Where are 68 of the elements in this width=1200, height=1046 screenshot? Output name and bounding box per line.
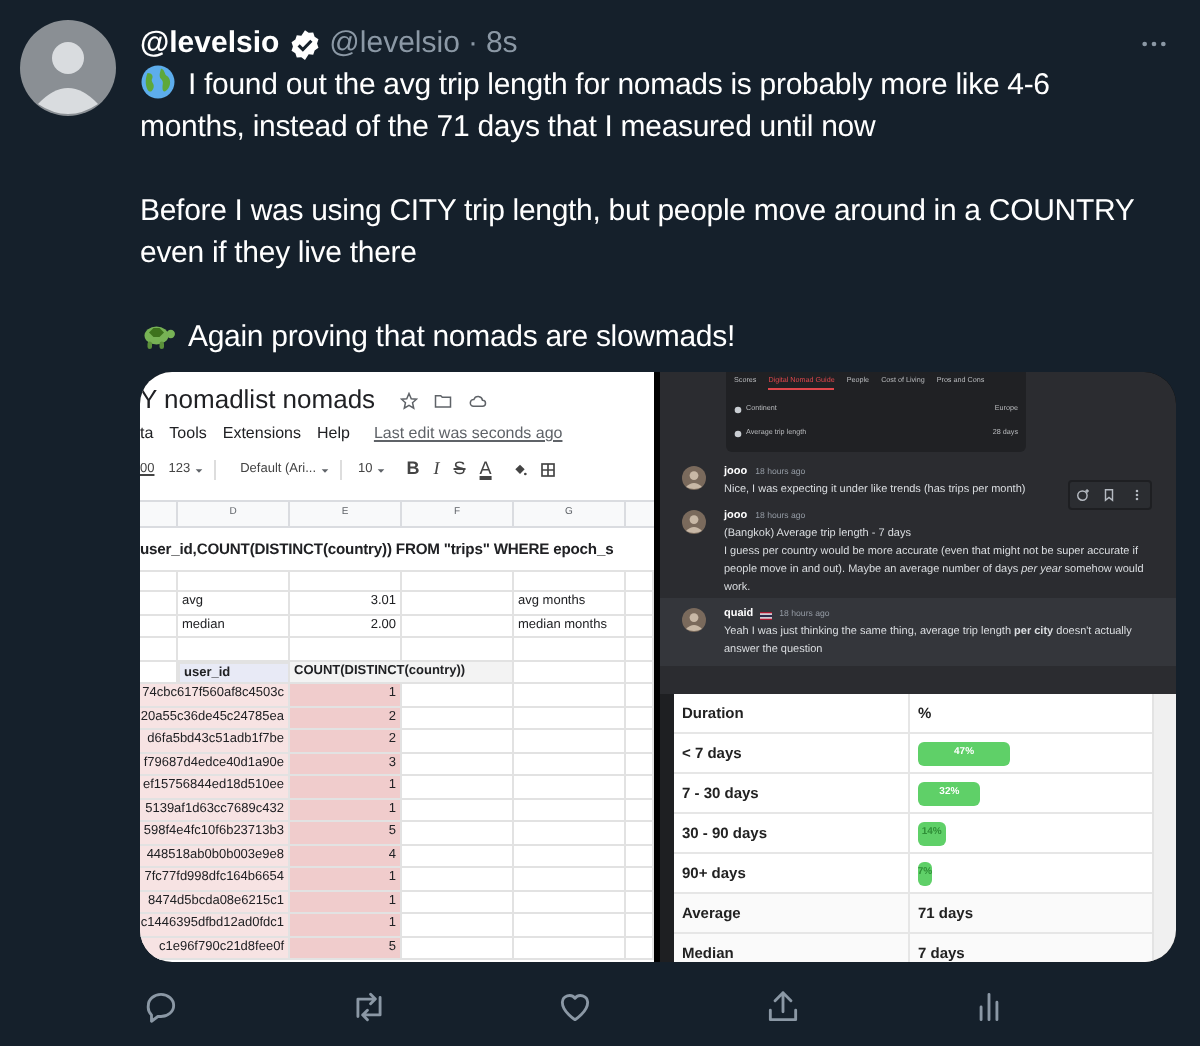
empty-cell <box>626 799 654 822</box>
empty-cell <box>626 914 654 937</box>
user-avatar[interactable] <box>682 608 706 632</box>
empty-cell <box>626 822 654 845</box>
empty-cell <box>514 730 626 753</box>
tweet-text: Again proving that nomads are slowmads! <box>140 316 1150 358</box>
empty-cell <box>514 638 626 661</box>
caret-icon[interactable] <box>320 465 331 475</box>
empty-cell <box>626 845 654 868</box>
empty-cell <box>514 799 626 822</box>
paint-bucket-icon[interactable] <box>511 462 528 478</box>
empty-cell <box>626 937 654 960</box>
empty-cell <box>140 615 178 638</box>
empty-cell <box>626 776 654 799</box>
empty-cell <box>514 914 626 937</box>
format-button[interactable]: B <box>406 456 420 484</box>
empty-cell <box>626 730 654 753</box>
empty-cell <box>626 753 654 776</box>
empty-cell <box>626 661 654 685</box>
menu-item[interactable]: Tools <box>169 422 207 446</box>
empty-cell <box>626 891 654 914</box>
last-edit-link[interactable]: Last edit was seconds ago <box>373 422 563 446</box>
tweet-text: Before I was using CITY trip length, but people move around in a COUNTRY even if they live there <box>140 192 1136 274</box>
empty-cell <box>514 684 626 707</box>
empty-cell <box>514 868 626 891</box>
menu-item[interactable]: Help <box>317 422 350 446</box>
like-icon[interactable] <box>556 988 595 1026</box>
tweet-text: I found out the avg trip length for nomads is probably more like 4-6 months, instead of the 71 days that I measured until now <box>140 64 1052 148</box>
user-avatar[interactable] <box>682 466 706 490</box>
add-reaction-icon[interactable] <box>1076 488 1091 502</box>
format-button[interactable]: I <box>433 456 440 484</box>
borders-icon[interactable] <box>539 462 556 478</box>
empty-cell <box>626 615 654 638</box>
caret-icon[interactable] <box>376 465 387 475</box>
empty-cell <box>514 753 626 776</box>
cloud-icon[interactable] <box>467 391 488 409</box>
empty-cell <box>514 707 626 730</box>
empty-cell <box>140 592 178 615</box>
empty-cell <box>626 868 654 891</box>
empty-cell <box>514 776 626 799</box>
timestamp[interactable]: 8s <box>485 24 518 64</box>
format-button[interactable]: A <box>479 456 492 484</box>
share-icon[interactable] <box>763 988 802 1026</box>
empty-cell <box>514 937 626 960</box>
empty-cell <box>402 592 514 615</box>
empty-cell <box>626 707 654 730</box>
bookmark-icon[interactable] <box>1102 488 1117 502</box>
format-button[interactable]: S <box>453 456 466 484</box>
empty-cell <box>626 684 654 707</box>
folder-icon[interactable] <box>433 391 452 409</box>
empty-cell <box>626 592 654 615</box>
empty-cell <box>402 615 514 638</box>
reply-icon[interactable] <box>142 988 180 1026</box>
avatar[interactable] <box>20 20 116 116</box>
empty-cell <box>514 822 626 845</box>
author-name[interactable]: @levelsio <box>140 24 280 64</box>
menu-item[interactable]: Extensions <box>222 422 301 446</box>
empty-cell <box>626 638 654 661</box>
menu-item[interactable]: ta <box>140 422 154 446</box>
empty-cell <box>514 891 626 914</box>
caret-icon[interactable] <box>194 465 205 475</box>
author-handle[interactable]: @levelsio <box>329 24 460 64</box>
empty-cell <box>140 638 178 661</box>
user-avatar[interactable] <box>682 510 706 534</box>
document-title: Y nomadlist nomads <box>140 382 376 419</box>
separator: · <box>467 24 478 64</box>
star-icon[interactable] <box>399 391 418 409</box>
empty-cell <box>514 845 626 868</box>
